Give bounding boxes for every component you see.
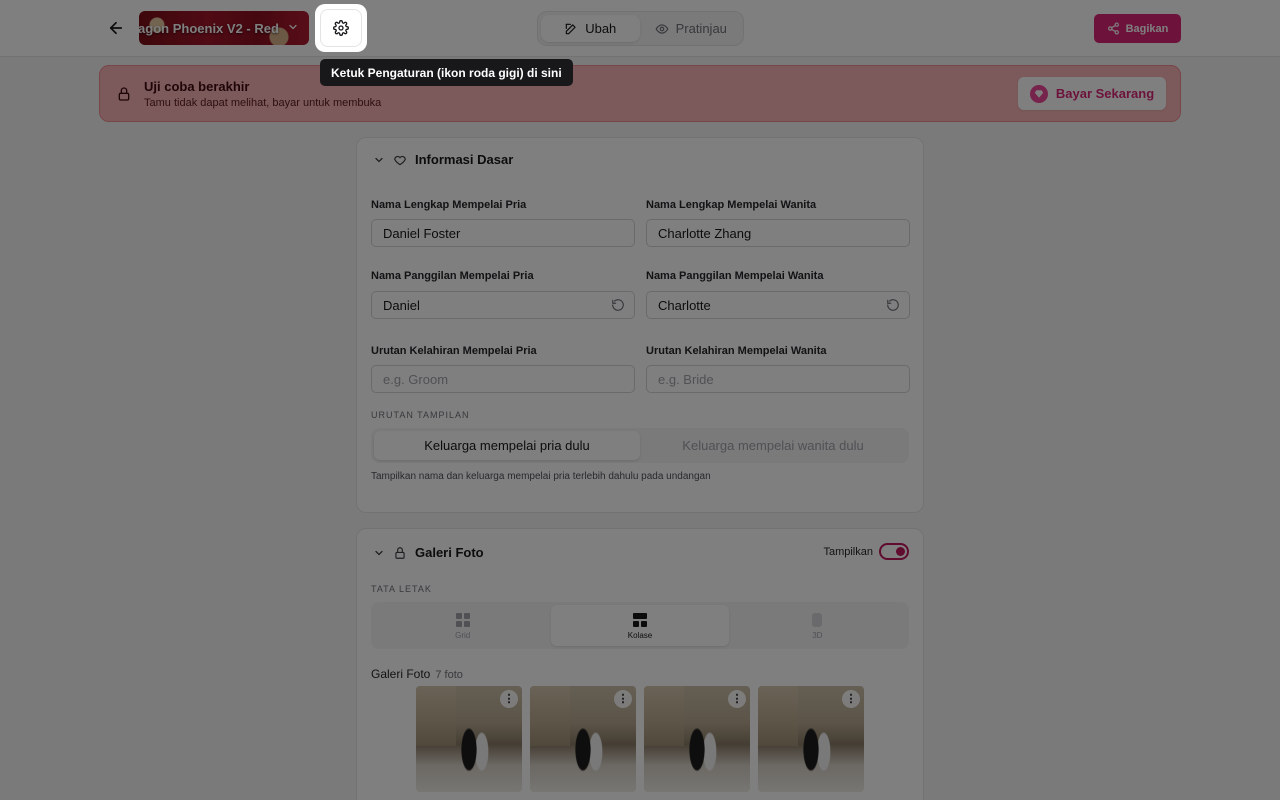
settings-button-highlighted[interactable] — [320, 9, 362, 47]
onboarding-overlay — [0, 0, 1280, 800]
settings-highlight — [315, 4, 367, 52]
onboarding-tooltip: Ketuk Pengaturan (ikon roda gigi) di sin… — [320, 59, 573, 86]
gear-icon — [333, 20, 349, 36]
